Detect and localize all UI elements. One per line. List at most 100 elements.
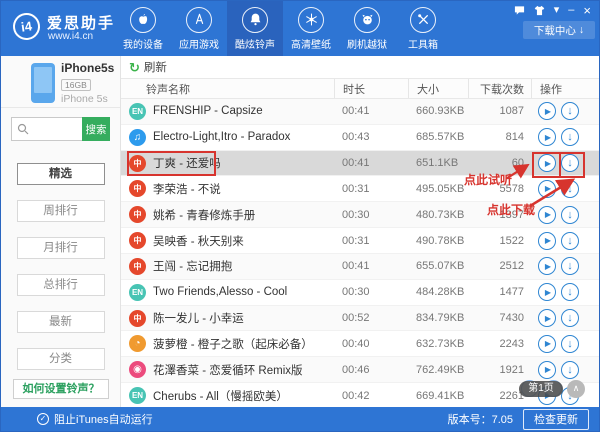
ringtone-language-badge: EN bbox=[129, 103, 146, 120]
search-input[interactable] bbox=[29, 123, 83, 135]
nav-tab-bell[interactable]: 酷炫铃声 bbox=[227, 1, 283, 56]
ringtone-row[interactable]: EN FRENSHIP - Capsize 00:41 660.93KB 108… bbox=[121, 99, 599, 125]
ringtone-row[interactable]: 中 丁爽 - 还爱吗 00:41 651.1KB 60 ▶ ↓ bbox=[121, 151, 599, 177]
download-button[interactable]: ↓ bbox=[561, 232, 579, 250]
ringtone-name: FRENSHIP - Capsize bbox=[153, 105, 263, 117]
download-button[interactable]: ↓ bbox=[561, 309, 579, 327]
sidebar: iPhone5s 16GB iPhone 5s 搜索 精选周排行月排行总排行最新… bbox=[1, 56, 121, 407]
nav-tab-jailbreak[interactable]: 刷机越狱 bbox=[339, 1, 395, 56]
ringtone-row[interactable]: ◔ 菠萝橙 - 橙子之歌（起床必备） 00:40 632.73KB 2243 ▶… bbox=[121, 331, 599, 357]
sidebar-item-分类[interactable]: 分类 bbox=[17, 348, 105, 370]
app-title: 爱思助手 bbox=[47, 12, 115, 33]
sidebar-item-总排行[interactable]: 总排行 bbox=[17, 274, 105, 296]
ringtone-row[interactable]: 中 姚希 - 青春修炼手册 00:30 480.73KB 1397 ▶ ↓ bbox=[121, 202, 599, 228]
ringtone-duration: 00:31 bbox=[334, 235, 408, 247]
nav-tab-apple[interactable]: 我的设备 bbox=[115, 1, 171, 56]
ringtone-language-badge: 中 bbox=[129, 206, 146, 223]
wallpaper-icon bbox=[298, 7, 324, 33]
ringtone-size: 669.41KB bbox=[408, 390, 468, 402]
nav-tab-appstore[interactable]: 应用游戏 bbox=[171, 1, 227, 56]
ringtone-size: 834.79KB bbox=[408, 312, 468, 324]
ringtone-duration: 00:31 bbox=[334, 183, 408, 195]
check-update-button[interactable]: 检查更新 bbox=[523, 409, 589, 430]
ringtone-row[interactable]: 中 陈一发儿 - 小幸运 00:52 834.79KB 7430 ▶ ↓ bbox=[121, 306, 599, 332]
ringtone-size: 490.78KB bbox=[408, 235, 468, 247]
download-button[interactable]: ↓ bbox=[561, 180, 579, 198]
play-button[interactable]: ▶ bbox=[538, 361, 556, 379]
ringtone-duration: 00:43 bbox=[334, 131, 408, 143]
menu-caret-icon[interactable]: ▾ bbox=[554, 5, 560, 16]
ringtone-name: 菠萝橙 - 橙子之歌（起床必备） bbox=[153, 336, 313, 352]
how-to-set-ringtone-link[interactable]: 如何设置铃声？ bbox=[13, 379, 109, 399]
download-arrow-icon: ↓ bbox=[579, 24, 584, 36]
ringtone-row[interactable]: 中 王闯 - 忘记拥抱 00:41 655.07KB 2512 ▶ ↓ bbox=[121, 254, 599, 280]
back-to-top-button[interactable]: ∧ bbox=[567, 380, 585, 398]
search-button[interactable]: 搜索 bbox=[82, 117, 110, 141]
ringtone-downloads: 2243 bbox=[468, 338, 531, 350]
download-button[interactable]: ↓ bbox=[561, 361, 579, 379]
sidebar-item-最新[interactable]: 最新 bbox=[17, 311, 105, 333]
apple-icon bbox=[130, 7, 156, 33]
download-button[interactable]: ↓ bbox=[561, 206, 579, 224]
search-box: 搜索 bbox=[11, 117, 110, 141]
download-button[interactable]: ↓ bbox=[561, 257, 579, 275]
ringtone-duration: 00:52 bbox=[334, 312, 408, 324]
download-button[interactable]: ↓ bbox=[561, 283, 579, 301]
ringtone-downloads: 814 bbox=[468, 131, 531, 143]
ringtone-size: 685.57KB bbox=[408, 131, 468, 143]
download-center-label: 下载中心 bbox=[534, 23, 576, 38]
pager: 第1页 ∧ bbox=[519, 380, 585, 398]
check-circle-icon: ✓ bbox=[37, 413, 49, 425]
sidebar-menu: 精选周排行月排行总排行最新分类 bbox=[1, 163, 120, 370]
ringtone-language-badge: ♫ bbox=[129, 129, 146, 146]
nav-tab-toolbox[interactable]: 工具箱 bbox=[395, 1, 451, 56]
refresh-button[interactable]: 刷新 bbox=[144, 59, 167, 75]
ringtone-size: 632.73KB bbox=[408, 338, 468, 350]
play-button[interactable]: ▶ bbox=[538, 206, 556, 224]
download-center-button[interactable]: 下载中心 ↓ bbox=[523, 21, 595, 39]
ringtone-name: Cherubs - All（慢摇欧美） bbox=[153, 388, 288, 404]
main-content: ↻ 刷新 铃声名称 时长 大小 下载次数 操作 EN FRENSHIP - Ca… bbox=[121, 56, 599, 407]
ringtone-language-badge: EN bbox=[129, 284, 146, 301]
column-header-downloads: 下载次数 bbox=[468, 79, 531, 98]
status-bar: ✓ 阻止iTunes自动运行 版本号：7.05 检查更新 bbox=[1, 407, 599, 431]
download-button[interactable]: ↓ bbox=[561, 335, 579, 353]
ringtone-language-badge: 中 bbox=[129, 155, 146, 172]
play-button[interactable]: ▶ bbox=[538, 180, 556, 198]
play-button[interactable]: ▶ bbox=[538, 283, 556, 301]
play-button[interactable]: ▶ bbox=[538, 309, 556, 327]
download-button[interactable]: ↓ bbox=[561, 154, 579, 172]
appstore-icon bbox=[186, 7, 212, 33]
minimize-icon[interactable]: – bbox=[568, 5, 574, 16]
sidebar-item-月排行[interactable]: 月排行 bbox=[17, 237, 105, 259]
sidebar-item-周排行[interactable]: 周排行 bbox=[17, 200, 105, 222]
play-button[interactable]: ▶ bbox=[538, 154, 556, 172]
play-button[interactable]: ▶ bbox=[538, 335, 556, 353]
ringtone-row[interactable]: EN Two Friends,Alesso - Cool 00:30 484.2… bbox=[121, 280, 599, 306]
play-button[interactable]: ▶ bbox=[538, 102, 556, 120]
toolbox-icon bbox=[410, 7, 436, 33]
ringtone-name: 陈一发儿 - 小幸运 bbox=[153, 310, 244, 326]
column-header-actions: 操作 bbox=[531, 79, 599, 98]
ringtone-name: 李荣浩 - 不说 bbox=[153, 181, 221, 197]
download-button[interactable]: ↓ bbox=[561, 102, 579, 120]
ringtone-row[interactable]: 中 吴映香 - 秋天别来 00:31 490.78KB 1522 ▶ ↓ bbox=[121, 228, 599, 254]
ringtone-name: 姚希 - 青春修炼手册 bbox=[153, 207, 255, 223]
column-header-size: 大小 bbox=[408, 79, 468, 98]
ringtone-downloads: 1087 bbox=[468, 105, 531, 117]
play-button[interactable]: ▶ bbox=[538, 257, 556, 275]
play-button[interactable]: ▶ bbox=[538, 128, 556, 146]
close-icon[interactable]: × bbox=[583, 5, 591, 16]
feedback-icon[interactable] bbox=[514, 5, 525, 16]
nav-tab-wallpaper[interactable]: 高清壁纸 bbox=[283, 1, 339, 56]
ringtone-row[interactable]: 中 李荣浩 - 不说 00:31 495.05KB 5578 ▶ ↓ bbox=[121, 176, 599, 202]
header: i4 爱思助手 www.i4.cn 我的设备 应用游戏 酷炫铃声 高清壁纸 刷机… bbox=[1, 1, 599, 56]
play-button[interactable]: ▶ bbox=[538, 232, 556, 250]
block-itunes-toggle[interactable]: ✓ 阻止iTunes自动运行 bbox=[1, 411, 153, 427]
sidebar-item-精选[interactable]: 精选 bbox=[17, 163, 105, 185]
device-name: iPhone5s bbox=[61, 61, 114, 75]
ringtone-row[interactable]: ♫ Electro-Light,Itro - Paradox 00:43 685… bbox=[121, 125, 599, 151]
download-button[interactable]: ↓ bbox=[561, 128, 579, 146]
ringtone-name: 花澤香菜 - 恋爱循环 Remix版 bbox=[153, 362, 303, 378]
skin-icon[interactable] bbox=[534, 5, 545, 16]
